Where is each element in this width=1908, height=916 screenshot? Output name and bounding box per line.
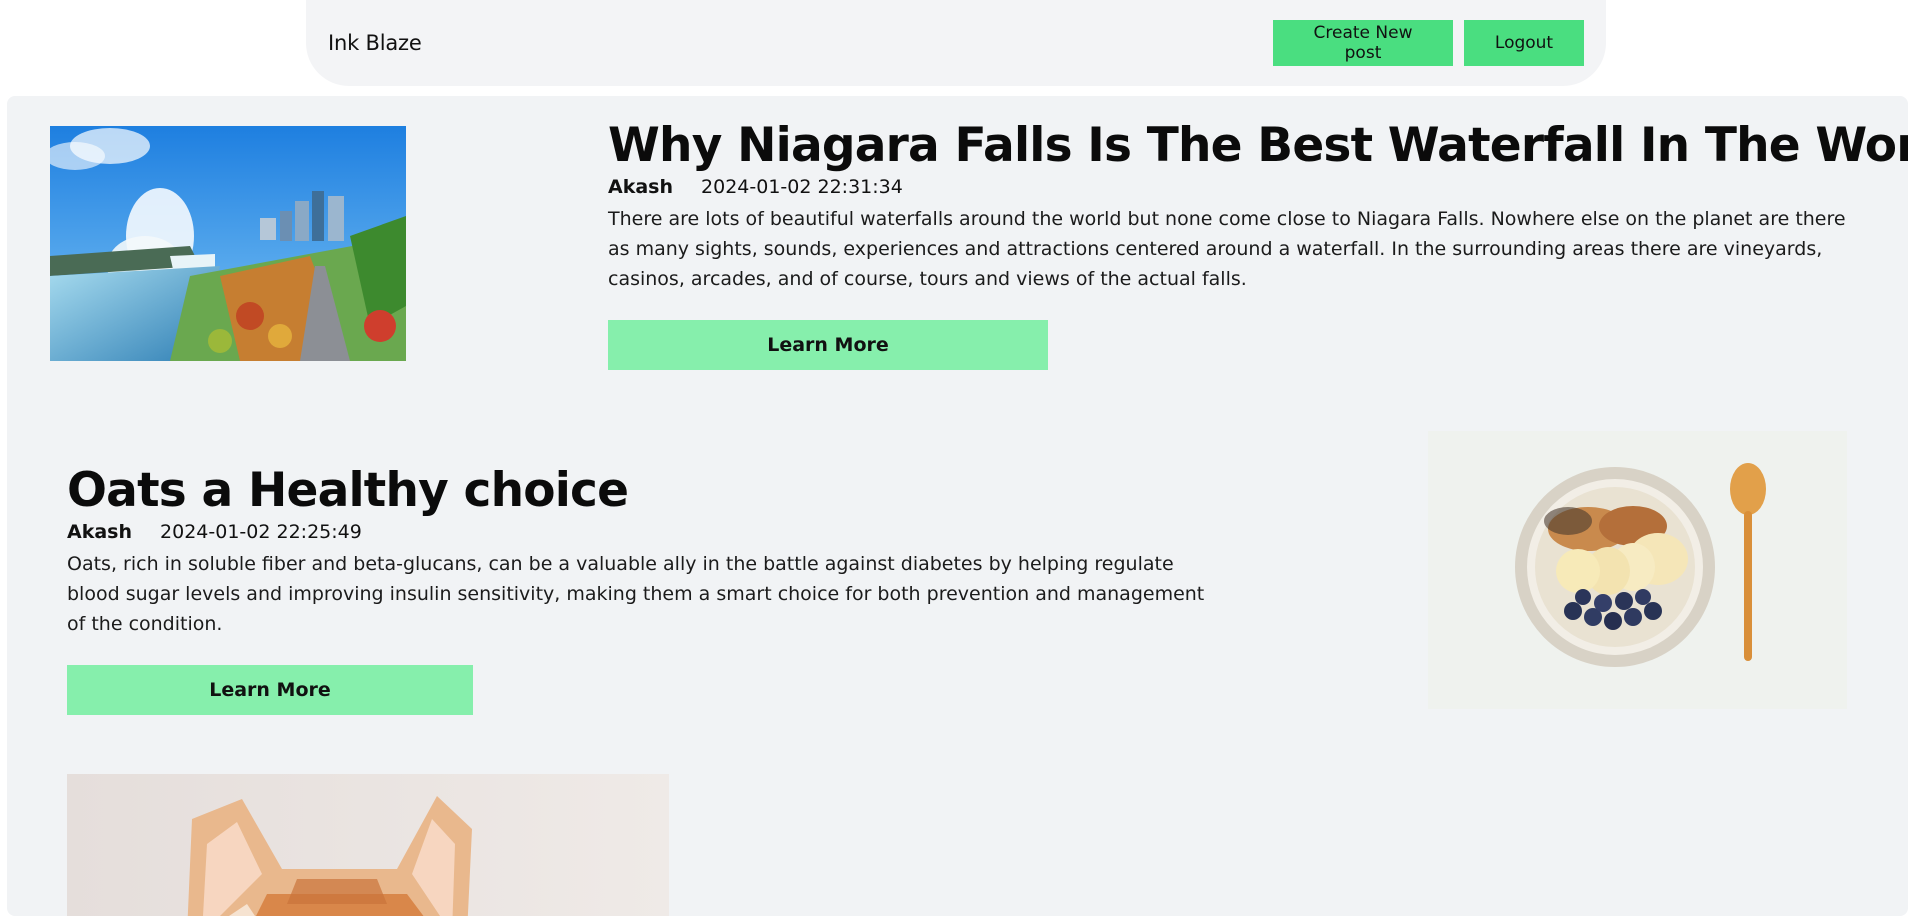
learn-more-button[interactable]: Learn More [67,665,473,715]
logout-button[interactable]: Logout [1464,20,1584,66]
post-author: Akash [67,521,132,543]
oats-bowl-photo [1428,431,1847,709]
post-author: Akash [608,176,673,198]
post-image-niagara [50,126,406,361]
posts-feed: Why Niagara Falls Is The Best Waterfall … [7,96,1908,916]
create-post-button[interactable]: Create New post [1273,20,1453,66]
learn-more-button[interactable]: Learn More [608,320,1048,370]
post-meta: Akash 2024-01-02 22:31:34 [608,174,1868,200]
post-title: Why Niagara Falls Is The Best Waterfall … [608,118,1908,173]
post-image-kitten [67,774,669,916]
post-excerpt: Oats, rich in soluble fiber and beta-glu… [67,553,1205,635]
post-card-2: Oats a Healthy choice Akash 2024-01-02 2… [67,463,1207,715]
navbar: Ink Blaze Create New post Logout [306,0,1606,86]
post-title: Oats a Healthy choice [67,463,629,518]
post-excerpt: There are lots of beautiful waterfalls a… [608,208,1846,290]
nav-actions: Create New post Logout [1273,20,1584,66]
post-date: 2024-01-02 22:25:49 [160,521,362,543]
brand-logo[interactable]: Ink Blaze [328,31,422,55]
post-date: 2024-01-02 22:31:34 [701,176,903,198]
kitten-photo [67,774,669,916]
niagara-falls-photo [50,126,406,361]
post-card-1: Why Niagara Falls Is The Best Waterfall … [608,118,1908,370]
post-meta: Akash 2024-01-02 22:25:49 [67,519,1207,545]
post-image-oats [1428,431,1847,709]
